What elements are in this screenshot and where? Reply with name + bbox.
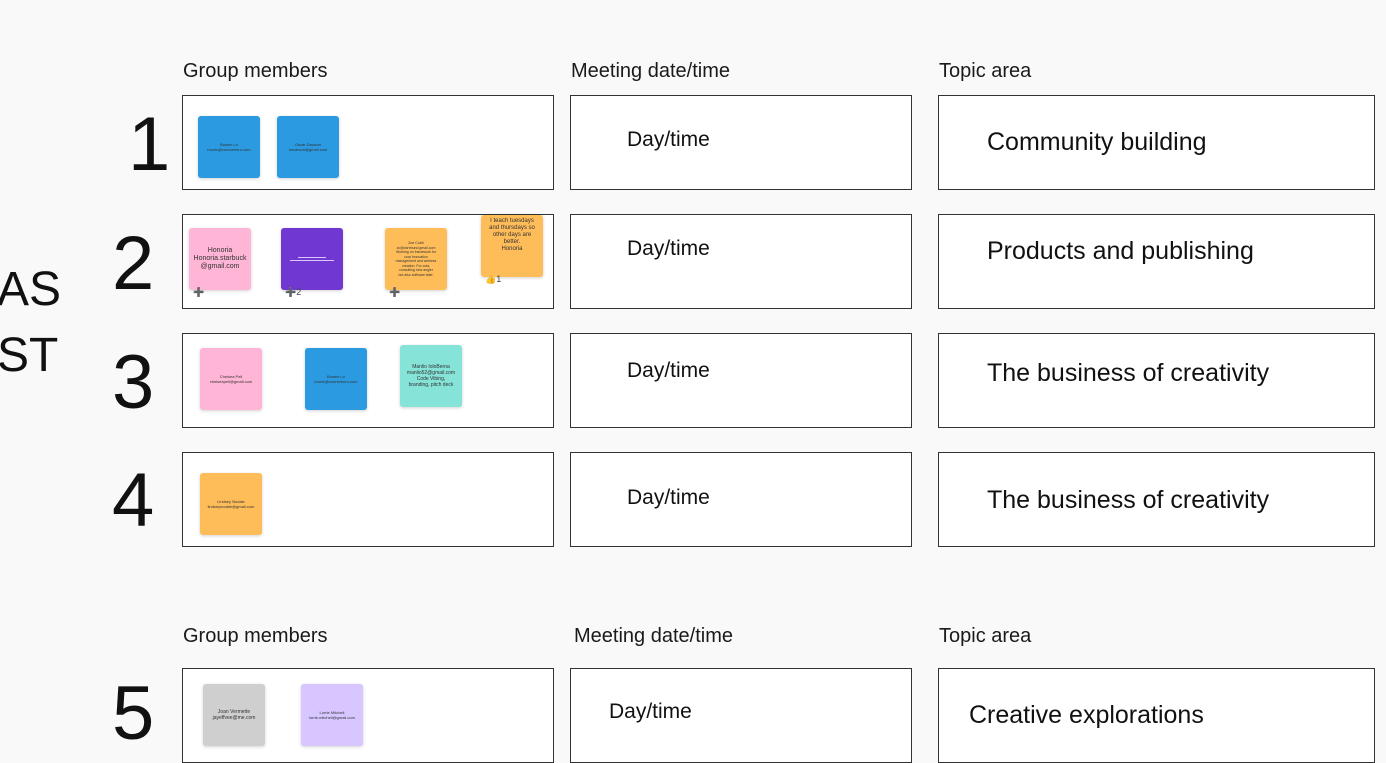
reaction-badge[interactable]: ➕ bbox=[193, 287, 204, 298]
meeting-box[interactable]: Day/time bbox=[570, 452, 912, 547]
sticky-note[interactable]: Oscar Dawson oscarson@gmail.com bbox=[277, 116, 339, 178]
meeting-box[interactable]: Day/time bbox=[570, 214, 912, 309]
members-box[interactable]: Lindsey Nodale lindseynodale@gmail.com bbox=[182, 452, 554, 547]
members-box[interactable]: Chelsea Pell chelseapell@gmail.com Bowen … bbox=[182, 333, 554, 428]
sticky-note-text: Bowen Lo bowlo@coursehero.com bbox=[314, 374, 358, 384]
topic-box[interactable]: The business of creativity bbox=[938, 452, 1375, 547]
group-number: 3 bbox=[112, 340, 155, 425]
topic-label: Creative explorations bbox=[969, 701, 1204, 729]
group-number: 1 bbox=[128, 102, 171, 187]
meeting-day-time: Day/time bbox=[627, 486, 710, 509]
members-box[interactable]: Bowen Lo bowlo@coursehero.com Oscar Dawso… bbox=[182, 95, 554, 190]
sticky-note-text: Zoe Cobb zc@dortmund.gmail.com Working on … bbox=[395, 241, 437, 277]
sticky-note-text: Manlio IoloBerna manlio52@gmail.com Code V… bbox=[406, 364, 456, 388]
header-group-members: Group members bbox=[183, 60, 328, 82]
sticky-note[interactable]: Manlio IoloBerna manlio52@gmail.com Code V… bbox=[400, 345, 462, 407]
sticky-note[interactable]: Honoria Honoria.starbuck @gmail.com bbox=[189, 228, 251, 290]
meeting-day-time: Day/time bbox=[627, 237, 710, 260]
meeting-box[interactable]: Day/time bbox=[570, 95, 912, 190]
sticky-note[interactable]: Lorrie Mitchell lorrie.mitchell@gmail.com bbox=[301, 684, 363, 746]
topic-label: The business of creativity bbox=[987, 486, 1270, 514]
topic-label: Products and publishing bbox=[987, 237, 1254, 265]
sticky-note[interactable]: I teach tuesdays and thursdays so other da… bbox=[481, 215, 543, 277]
sticky-note[interactable] bbox=[281, 228, 343, 290]
meeting-box[interactable]: Day/time bbox=[570, 333, 912, 428]
sticky-note-text: Bowen Lo bowlo@coursehero.com bbox=[207, 142, 251, 152]
members-box[interactable]: Joan Vermette jayeffvee@me.com Lorrie Mit… bbox=[182, 668, 554, 763]
meeting-box[interactable]: Day/time bbox=[570, 668, 912, 763]
header-meeting-date-time: Meeting date/time bbox=[571, 60, 730, 82]
sticky-note-scribble bbox=[290, 255, 334, 263]
sticky-note[interactable]: Joan Vermette jayeffvee@me.com bbox=[203, 684, 265, 746]
topic-box[interactable]: Community building bbox=[938, 95, 1375, 190]
reaction-badge[interactable]: ➕ bbox=[389, 287, 400, 298]
header-group-members: Group members bbox=[183, 625, 328, 647]
group-number: 5 bbox=[112, 671, 155, 756]
meeting-day-time: Day/time bbox=[609, 700, 692, 723]
sticky-note[interactable]: Lindsey Nodale lindseynodale@gmail.com bbox=[200, 473, 262, 535]
header-meeting-date-time: Meeting date/time bbox=[574, 625, 733, 647]
reaction-badge[interactable]: 👍1 bbox=[485, 274, 501, 285]
group-number: 4 bbox=[112, 458, 155, 543]
side-text-line-1: AS bbox=[0, 263, 62, 316]
sticky-note[interactable]: Bowen Lo bowlo@coursehero.com bbox=[198, 116, 260, 178]
sticky-note-text: I teach tuesdays and thursdays so other da… bbox=[489, 218, 535, 252]
meeting-day-time: Day/time bbox=[627, 359, 710, 382]
sticky-note-text: Joan Vermette jayeffvee@me.com bbox=[212, 709, 256, 721]
sticky-note-text: Lorrie Mitchell lorrie.mitchell@gmail.com bbox=[309, 710, 355, 720]
header-topic-area: Topic area bbox=[939, 625, 1032, 647]
topic-box[interactable]: Creative explorations bbox=[938, 668, 1375, 763]
members-box[interactable]: Honoria Honoria.starbuck @gmail.com ➕ ➕2 Z… bbox=[182, 214, 554, 309]
sticky-note[interactable]: Zoe Cobb zc@dortmund.gmail.com Working on … bbox=[385, 228, 447, 290]
sticky-note[interactable]: Bowen Lo bowlo@coursehero.com bbox=[305, 348, 367, 410]
topic-box[interactable]: The business of creativity bbox=[938, 333, 1375, 428]
sticky-note-text: Honoria Honoria.starbuck @gmail.com bbox=[193, 247, 247, 270]
meeting-day-time: Day/time bbox=[627, 128, 710, 151]
topic-label: Community building bbox=[987, 128, 1207, 156]
sticky-note[interactable]: Chelsea Pell chelseapell@gmail.com bbox=[200, 348, 262, 410]
side-text-line-2: ST bbox=[0, 329, 59, 382]
sticky-note-text: Chelsea Pell chelseapell@gmail.com bbox=[209, 374, 253, 384]
group-number: 2 bbox=[112, 221, 155, 306]
topic-label: The business of creativity bbox=[987, 359, 1270, 387]
reaction-badge[interactable]: ➕2 bbox=[285, 287, 301, 298]
sticky-note-text: Lindsey Nodale lindseynodale@gmail.com bbox=[207, 499, 255, 509]
header-topic-area: Topic area bbox=[939, 60, 1032, 82]
topic-box[interactable]: Products and publishing bbox=[938, 214, 1375, 309]
sticky-note-text: Oscar Dawson oscarson@gmail.com bbox=[288, 142, 328, 152]
